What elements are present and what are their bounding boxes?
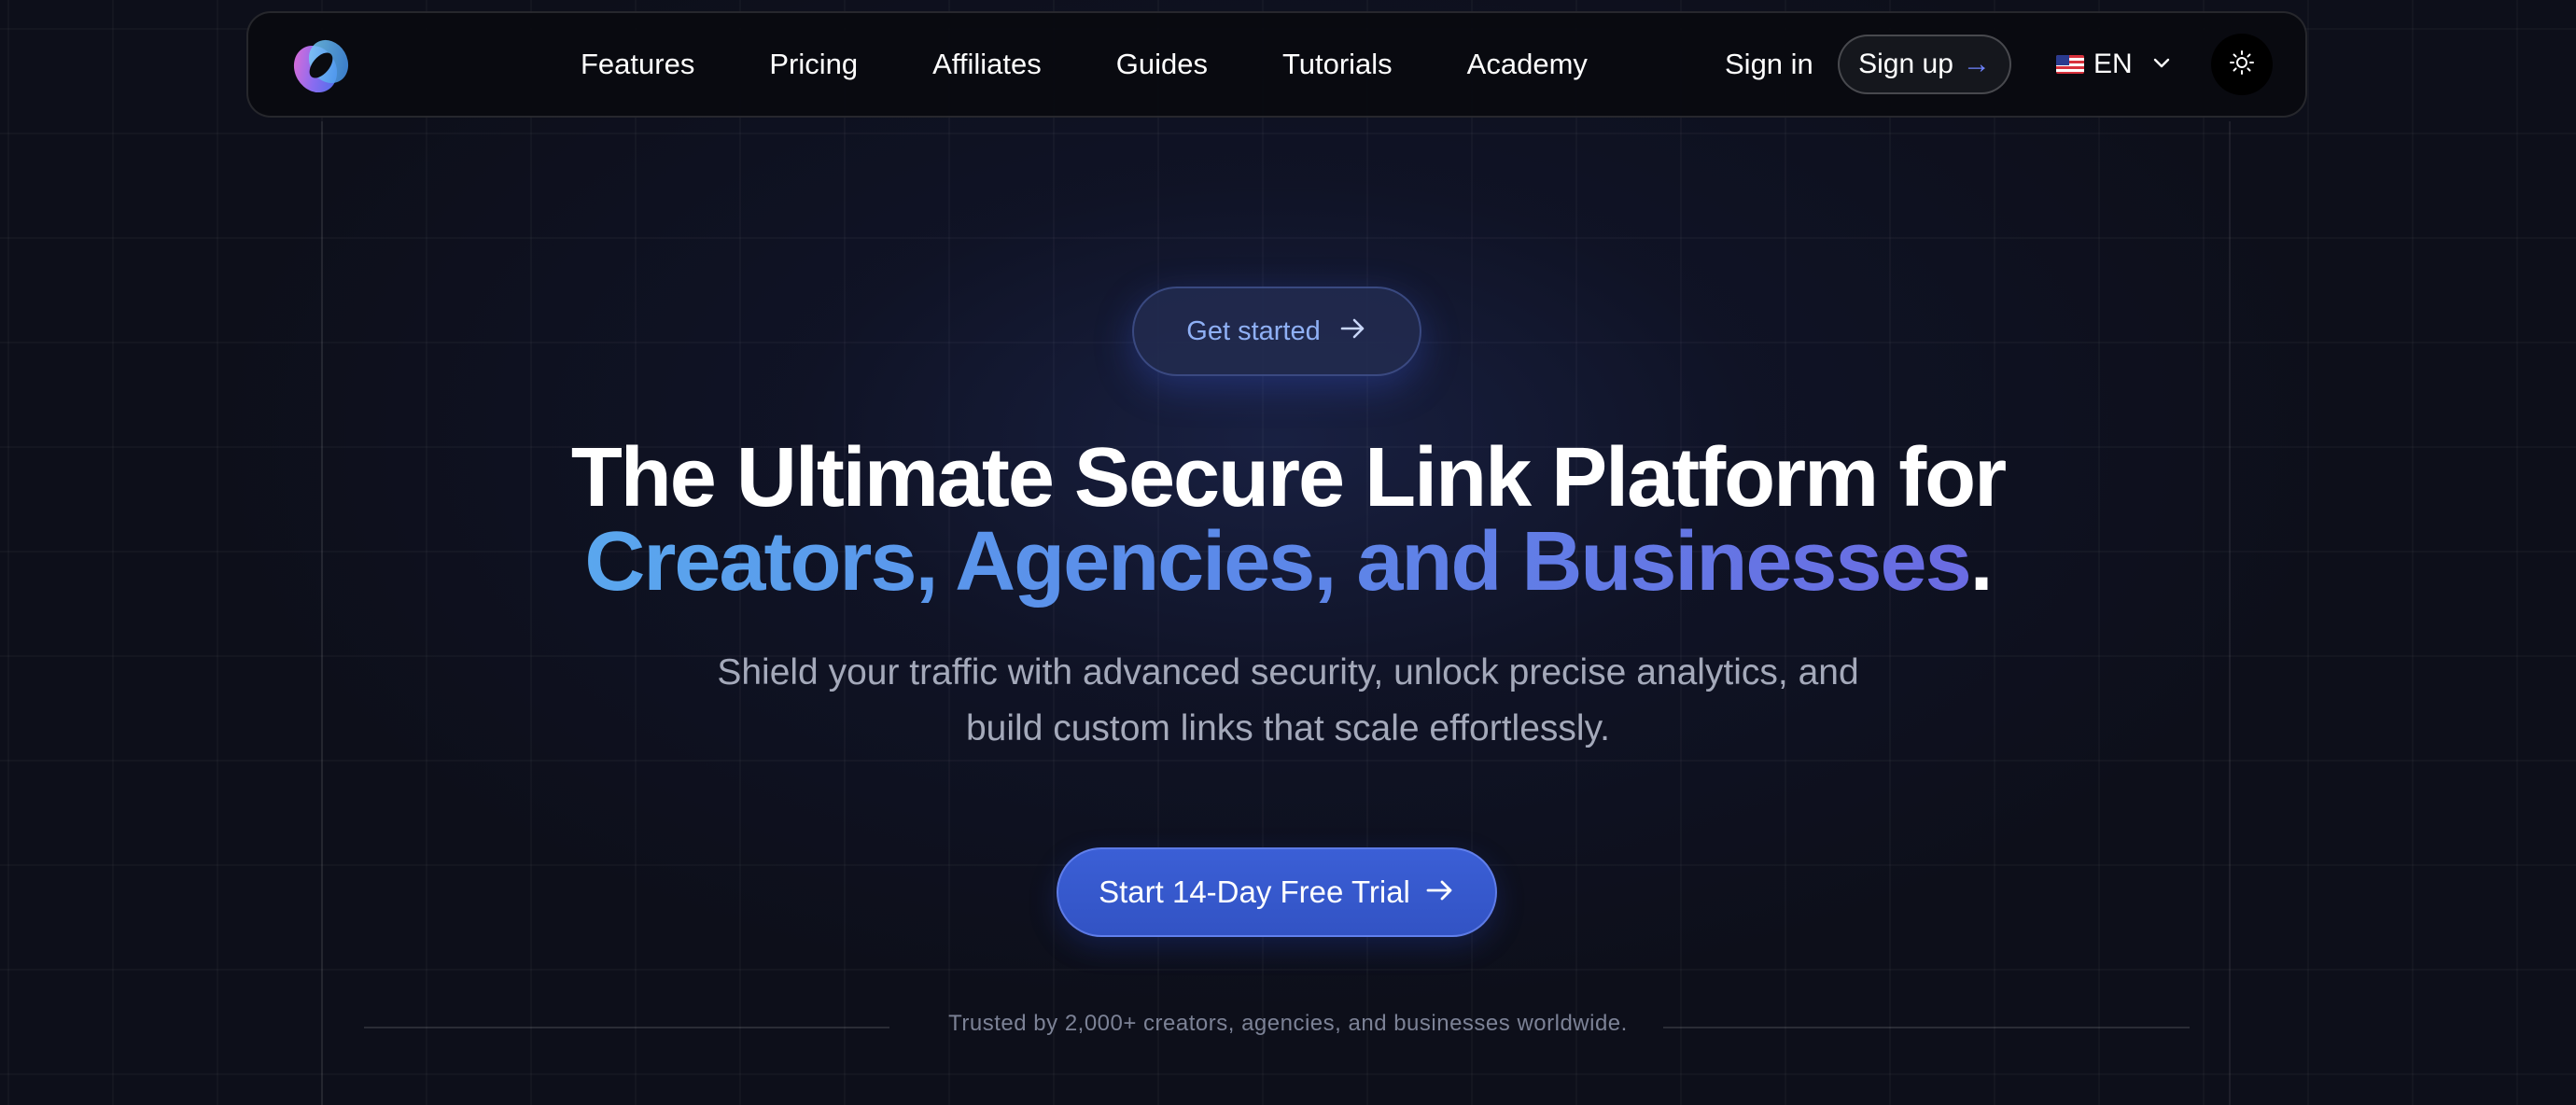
arrow-right-icon <box>1339 316 1367 347</box>
hero-subtitle-line2: build custom links that scale effortless… <box>965 708 1611 748</box>
trust-text: Trusted by 2,000+ creators, agencies, an… <box>948 1011 1628 1036</box>
nav-link-academy[interactable]: Academy <box>1467 48 1588 81</box>
guide-line-right <box>2229 121 2231 1105</box>
chevron-down-icon <box>2153 50 2170 75</box>
hero-title-highlight: Creators, Agencies, and Businesses <box>584 515 1971 608</box>
trust-divider-right <box>1663 1027 2190 1028</box>
nav-link-pricing[interactable]: Pricing <box>769 48 858 81</box>
start-free-trial-button[interactable]: Start 14-Day Free Trial <box>1057 847 1497 937</box>
cta-label: Start 14-Day Free Trial <box>1099 874 1410 909</box>
hero-title-line2: Creators, Agencies, and Businesses. <box>0 511 2576 612</box>
hero-subtitle-line1: Shield your traffic with advanced securi… <box>717 652 1859 692</box>
nav-link-guides[interactable]: Guides <box>1116 48 1208 81</box>
theme-toggle-button[interactable] <box>2211 34 2273 95</box>
arrow-right-icon <box>1425 874 1455 910</box>
nav-link-affiliates[interactable]: Affiliates <box>932 48 1042 81</box>
guide-line-left <box>321 121 323 1105</box>
nav-link-features[interactable]: Features <box>581 48 694 81</box>
sign-up-label: Sign up <box>1858 49 1953 79</box>
brand-logo[interactable] <box>287 32 355 99</box>
sun-icon <box>2229 49 2255 80</box>
us-flag-icon <box>2056 55 2084 74</box>
hero-title-period: . <box>1969 515 1994 608</box>
language-selector[interactable]: EN <box>2056 13 2170 116</box>
arrow-right-icon: → <box>1962 49 1991 79</box>
top-navbar: Features Pricing Affiliates Guides Tutor… <box>246 11 2307 118</box>
landing-page: Features Pricing Affiliates Guides Tutor… <box>0 0 2576 1105</box>
language-code: EN <box>2093 49 2133 79</box>
get-started-label: Get started <box>1186 315 1321 346</box>
nav-links: Features Pricing Affiliates Guides Tutor… <box>581 13 1588 116</box>
get-started-button[interactable]: Get started <box>1132 287 1421 376</box>
sign-in-link[interactable]: Sign in <box>1725 13 1813 116</box>
sign-up-button[interactable]: Sign up → <box>1838 35 2011 94</box>
nav-link-tutorials[interactable]: Tutorials <box>1282 48 1393 81</box>
